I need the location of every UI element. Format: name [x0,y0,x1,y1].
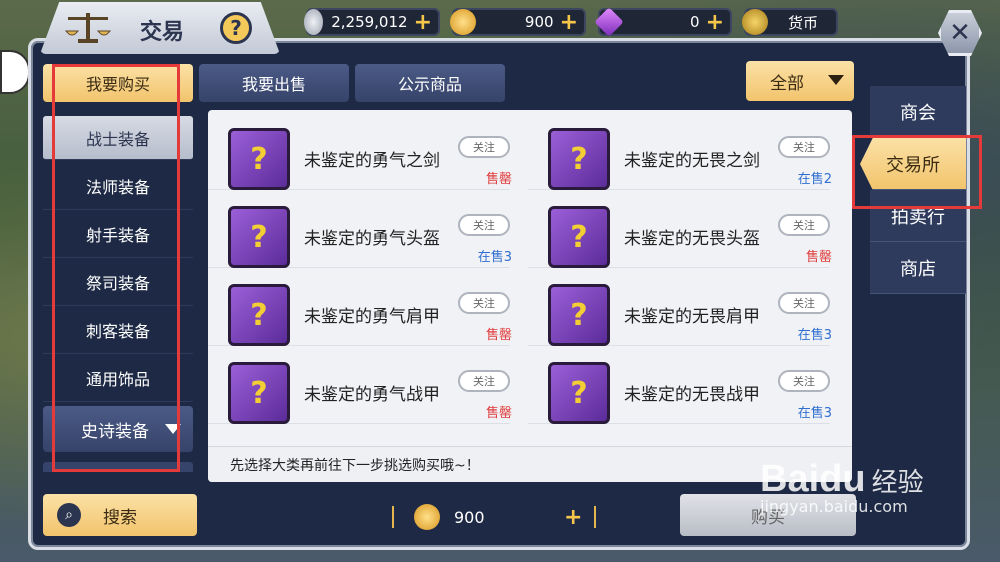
watermark-cn: 经验 [871,468,924,498]
item-list-panel: ? 未鉴定的勇气之剑 关注 售罄 ? 未鉴定的无畏之剑 关注 在售2 ? 未鉴定… [208,110,852,482]
add-quantity-button[interactable]: + [564,505,582,530]
purple-gem-icon [594,7,624,37]
price-value: 900 [454,507,485,527]
filter-dropdown-value: 全部 [770,73,804,94]
item-status: 售罄 [485,406,512,421]
category-archer[interactable]: 射手装备 [43,210,193,258]
unidentified-helmet-icon: ? [228,206,290,268]
category-epic[interactable]: 史诗装备 [43,406,193,452]
gold-coin-icon [450,9,476,35]
follow-button[interactable]: 关注 [458,136,510,158]
gold-amount: 900 [524,13,554,31]
unidentified-armor-icon: ? [228,362,290,424]
item-name: 未鉴定的无畏头盔 [624,229,760,249]
unidentified-shoulder-icon: ? [548,284,610,346]
category-priest[interactable]: 祭司装备 [43,258,193,306]
item-status: 售罄 [805,250,832,265]
divider [594,506,597,528]
category-epic-label: 史诗装备 [81,421,149,442]
list-item[interactable]: ? 未鉴定的勇气战甲 关注 售罄 [208,354,512,424]
chevron-down-icon [828,75,844,85]
item-status: 售罄 [485,172,512,187]
watermark-logo-suffix: du [819,458,866,500]
watermark-url: jingyan.baidu.com [760,497,908,516]
gem-amount: 0 [690,13,700,31]
tab-buy[interactable]: 我要购买 [43,64,193,102]
side-tab-chamber[interactable]: 商会 [870,86,966,138]
item-name: 未鉴定的勇气战甲 [304,385,440,405]
item-name: 未鉴定的勇气肩甲 [304,307,440,327]
divider [392,506,394,528]
unidentified-armor-icon: ? [548,362,610,424]
item-status: 售罄 [485,328,512,343]
list-item[interactable]: ? 未鉴定的无畏战甲 关注 在售3 [528,354,832,424]
follow-button[interactable]: 关注 [778,292,830,314]
item-status: 在售2 [797,172,832,187]
unidentified-sword-icon: ? [228,128,290,190]
item-status: 在售3 [477,250,512,265]
search-label: 搜索 [103,507,137,528]
hint-text: 先选择大类再前往下一步挑选购买哦~！ [208,446,852,482]
follow-button[interactable]: 关注 [778,214,830,236]
tab-sell[interactable]: 我要出售 [199,64,349,102]
follow-button[interactable]: 关注 [458,370,510,392]
watermark-logo: Bai [760,458,820,500]
scales-icon [60,8,116,46]
list-item[interactable]: ? 未鉴定的无畏头盔 关注 售罄 [528,198,832,268]
category-mage[interactable]: 法师装备 [43,162,193,210]
add-gem-button[interactable]: + [706,10,724,35]
list-item[interactable]: ? 未鉴定的勇气肩甲 关注 售罄 [208,276,512,346]
item-name: 未鉴定的无畏之剑 [624,151,760,171]
item-status: 在售3 [797,406,832,421]
tab-public-items[interactable]: 公示商品 [355,64,505,102]
item-name: 未鉴定的无畏战甲 [624,385,760,405]
category-assassin[interactable]: 刺客装备 [43,306,193,354]
filter-dropdown[interactable]: 全部 [746,61,854,101]
follow-button[interactable]: 关注 [778,370,830,392]
triangle-down-icon [165,424,181,434]
add-silver-button[interactable]: + [414,10,432,35]
item-status: 在售3 [797,328,832,343]
currency-label: 货币 [787,13,818,32]
gem-currency: 0 + [594,7,732,37]
silver-coin-icon [304,9,324,35]
list-item[interactable]: ? 未鉴定的无畏肩甲 关注 在售3 [528,276,832,346]
follow-button[interactable]: 关注 [458,292,510,314]
silver-currency: 2,259,012 + [304,8,440,36]
category-more [43,462,193,472]
category-warrior[interactable]: 战士装备 [43,116,193,160]
gold-currency: 900 + [450,8,586,36]
silver-amount: 2,259,012 [331,13,408,31]
unidentified-shoulder-icon: ? [228,284,290,346]
search-icon: ⌕ [57,503,81,527]
window-title: 交易 [140,20,185,45]
category-accessory[interactable]: 通用饰品 [43,354,193,402]
side-tab-auction[interactable]: 拍卖行 [870,190,966,242]
item-name: 未鉴定的勇气头盔 [304,229,440,249]
follow-button[interactable]: 关注 [778,136,830,158]
currency-menu[interactable]: 货币 [742,8,838,36]
unidentified-helmet-icon: ? [548,206,610,268]
baidu-watermark: Baidu 经验 jingyan.baidu.com [760,458,990,548]
gold-coin-icon [414,504,440,530]
help-button[interactable]: ? [220,12,252,44]
search-button[interactable]: ⌕ 搜索 [43,494,197,536]
list-item[interactable]: ? 未鉴定的无畏之剑 关注 在售2 [528,120,832,190]
list-item[interactable]: ? 未鉴定的勇气头盔 关注 在售3 [208,198,512,268]
price-display: 900 + [392,502,614,532]
side-tab-shop[interactable]: 商店 [870,242,966,294]
item-name: 未鉴定的勇气之剑 [304,151,440,171]
add-gold-button[interactable]: + [560,10,578,35]
item-name: 未鉴定的无畏肩甲 [624,307,760,327]
currency-coin-icon [742,9,768,35]
side-tab-exchange[interactable]: 交易所 [860,138,966,190]
follow-button[interactable]: 关注 [458,214,510,236]
unidentified-sword-icon: ? [548,128,610,190]
list-item[interactable]: ? 未鉴定的勇气之剑 关注 售罄 [208,120,512,190]
